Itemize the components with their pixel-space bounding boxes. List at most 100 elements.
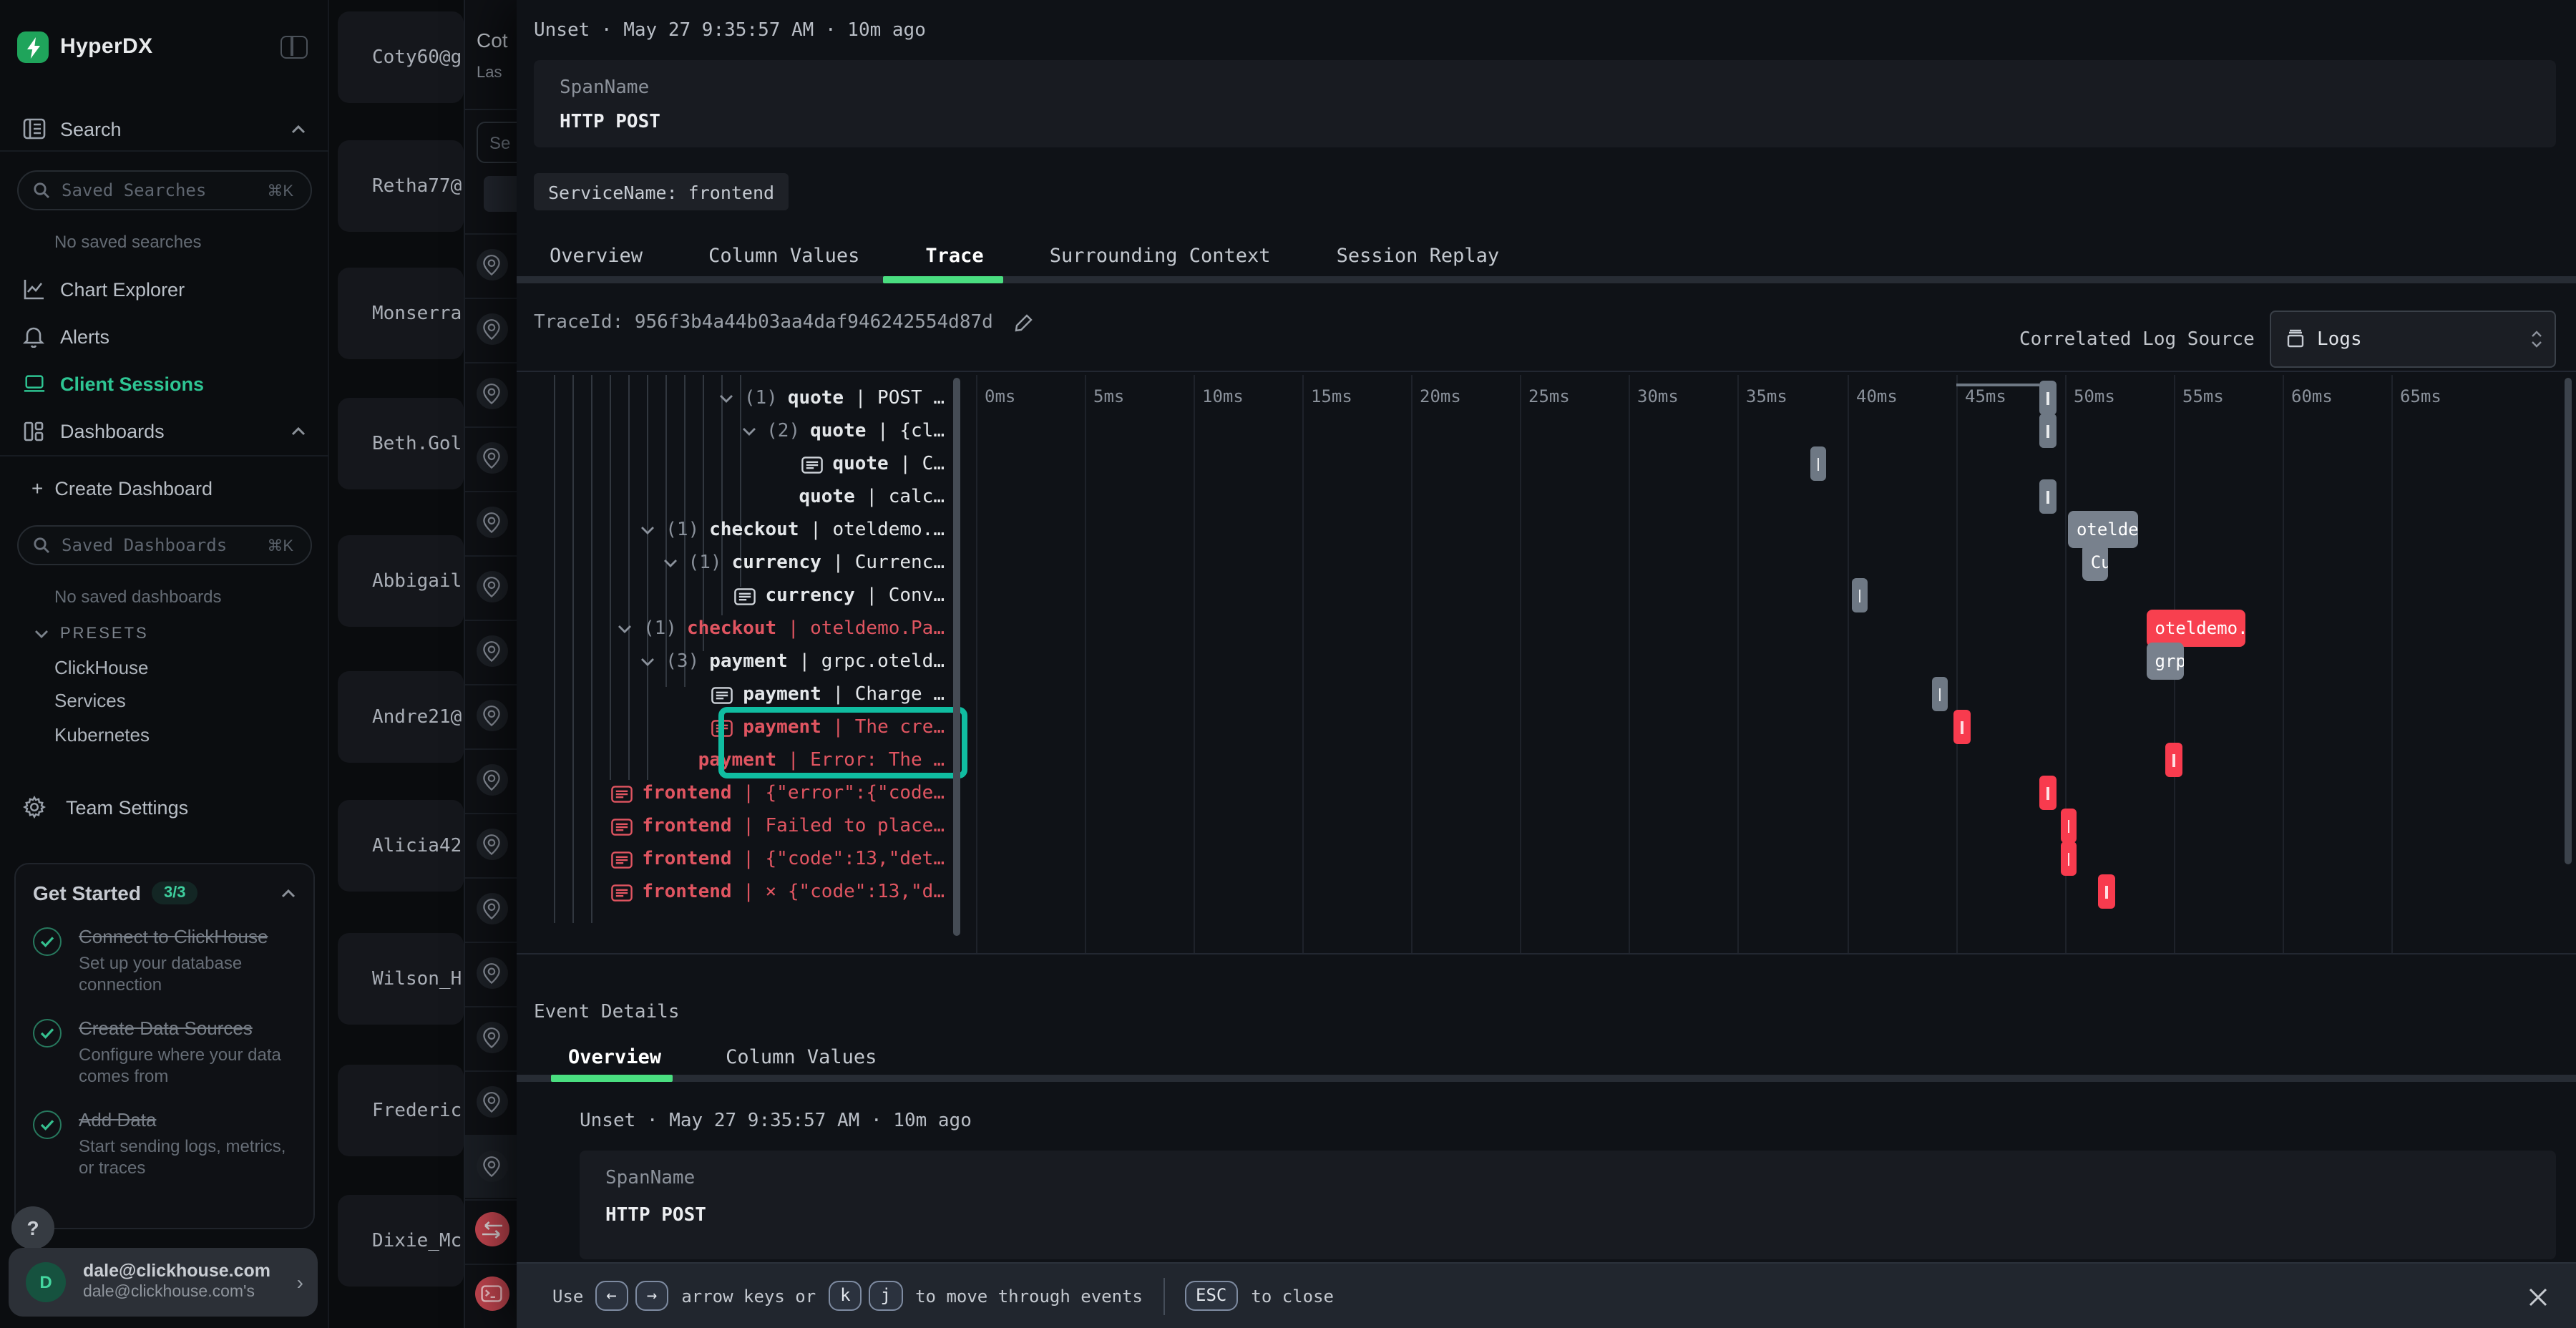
session-list-item[interactable]: Dixie_Mc [338,1195,464,1286]
chevron-down-icon[interactable] [618,624,633,634]
sidebar-item-client-sessions[interactable]: Client Sessions [0,365,329,402]
session-list-item[interactable]: Retha77@ [338,140,464,232]
trace-span-bar[interactable] [2039,414,2056,448]
preset-kubernetes[interactable]: Kubernetes [54,724,150,746]
tab-trace[interactable]: Trace [925,245,983,268]
get-started-item[interactable]: Create Data SourcesConfigure where your … [33,1016,296,1088]
trace-tree-row[interactable]: quote | calc… [799,481,945,514]
location-pin-button[interactable] [465,1070,517,1133]
trace-tree-row[interactable]: quote | C… [801,448,945,481]
session-list-item[interactable]: Frederic [338,1065,464,1156]
trace-span-bar[interactable]: grp [2147,643,2184,680]
trace-span-bar[interactable]: oteldemo. [2068,511,2139,548]
presets-toggle[interactable]: PRESETS [0,615,329,653]
peek-search-input[interactable]: Se [477,122,517,163]
user-account-card[interactable]: D dale@clickhouse.com dale@clickhouse.co… [9,1248,318,1317]
saved-searches-input[interactable]: Saved Searches ⌘K [17,170,312,210]
app-root: HyperDX Search Saved Searches ⌘K No save… [0,0,2576,1328]
chevron-down-icon[interactable] [718,394,734,404]
preset-services[interactable]: Services [54,690,126,711]
chevron-down-icon[interactable] [663,558,678,568]
location-pin-button[interactable] [465,942,517,1005]
preset-clickhouse[interactable]: ClickHouse [54,657,149,678]
session-list-item[interactable]: Wilson_H [338,933,464,1025]
sidebar-item-team-settings[interactable]: Team Settings [0,788,329,826]
trace-tree-row[interactable]: (2)quote | {cl… [741,415,945,448]
tab-column-values[interactable]: Column Values [708,245,859,268]
trace-span-bar[interactable] [1932,677,1948,711]
create-dashboard-button[interactable]: + Create Dashboard [0,469,329,507]
sidebar-item-dashboards[interactable]: Dashboards [0,412,329,449]
ed-tab-column-values[interactable]: Column Values [726,1046,877,1069]
trace-span-bar[interactable] [2039,381,2056,415]
sidebar-collapse-icon[interactable] [280,36,308,59]
trace-span-bar[interactable]: oteldemo. [2147,610,2245,647]
location-pin-button[interactable] [465,748,517,811]
trace-tree-row[interactable]: (1)quote | POST … [718,382,945,415]
chevron-down-icon[interactable] [640,525,655,535]
trace-tree-row[interactable]: (1)checkout | oteldemo.Pa… [618,612,945,645]
ed-tab-overview[interactable]: Overview [568,1046,661,1069]
trace-span-bar[interactable] [2060,809,2077,843]
location-pin-button[interactable] [465,555,517,618]
sidebar-item-alerts[interactable]: Alerts [0,318,329,355]
trace-tree-row[interactable]: (1)currency | Currenc… [663,547,945,580]
edit-pencil-icon[interactable] [1013,312,1035,333]
trace-tree-row[interactable]: (3)payment | grpc.oteld… [640,645,945,678]
tree-scrollbar[interactable] [953,378,960,936]
trace-tree-row[interactable]: currency | Conv… [734,580,945,612]
location-pin-button[interactable] [465,426,517,489]
location-pin-button[interactable] [465,684,517,747]
location-pin-button[interactable] [465,813,517,876]
session-list-item[interactable]: Andre21@ [338,671,464,763]
tab-surrounding-context[interactable]: Surrounding Context [1050,245,1271,268]
peek-button[interactable] [484,176,517,212]
location-pin-button[interactable] [465,491,517,554]
session-list-item[interactable]: Coty60@g [338,11,464,103]
location-pin-icon [476,313,507,345]
location-pin-button[interactable] [465,620,517,683]
chevron-down-icon[interactable] [741,426,756,436]
trace-tree-row[interactable]: (1)checkout | oteldemo.… [640,514,945,547]
chevron-down-icon[interactable] [640,657,655,667]
session-list-item[interactable]: Monserra [338,268,464,359]
trace-tree-row[interactable]: frontend | × {"code":13,"d… [610,876,945,909]
trace-tree-row[interactable]: frontend | {"error":{"code… [610,777,945,810]
tab-overview[interactable]: Overview [550,245,643,268]
location-pin-button[interactable] [465,1006,517,1069]
location-pin-button[interactable] [465,362,517,425]
trace-span-bar[interactable] [1953,710,1970,744]
get-started-item[interactable]: Add DataStart sending logs, metrics, or … [33,1108,296,1179]
trace-span-bar[interactable] [2039,479,2056,514]
correlated-log-source-label: Correlated Log Source [2019,329,2255,351]
sidebar-item-chart-explorer[interactable]: Chart Explorer [0,270,329,308]
session-list-item[interactable]: Beth.Gol [338,398,464,489]
trace-span-bar[interactable] [1810,446,1826,481]
session-list-item[interactable]: Alicia42 [338,800,464,892]
tab-session-replay[interactable]: Session Replay [1337,245,1500,268]
trace-span-bar[interactable]: Cu [2082,544,2109,581]
trace-span-bar[interactable] [2099,874,2115,909]
error-terminal-button[interactable] [465,1262,517,1325]
location-pin-button[interactable] [465,877,517,940]
correlated-log-source-select[interactable]: Logs [2270,311,2556,368]
service-name-tag[interactable]: ServiceName: frontend [534,173,789,210]
close-icon[interactable] [2524,1284,2550,1309]
trace-tree-row[interactable]: frontend | Failed to place… [610,810,945,843]
saved-dashboards-input[interactable]: Saved Dashboards ⌘K [17,525,312,565]
chevron-up-icon[interactable] [280,888,296,898]
sidebar-item-search[interactable]: Search [0,110,329,147]
session-list-item[interactable]: Abbigail [338,535,464,627]
trace-tree-row[interactable]: frontend | {"code":13,"det… [610,843,945,876]
trace-span-bar[interactable] [2166,743,2182,777]
location-pin-button[interactable] [465,233,517,296]
trace-span-bar[interactable] [2060,841,2077,876]
help-button[interactable]: ? [11,1206,54,1249]
location-pin-button[interactable] [465,298,517,361]
trace-span-bar[interactable] [2039,776,2056,810]
error-swap-button[interactable] [465,1198,517,1261]
get-started-item[interactable]: Connect to ClickHouseSet up your databas… [33,924,296,996]
trace-span-bar[interactable] [1851,578,1868,612]
location-pin-button[interactable] [465,1135,517,1198]
chart-scrollbar[interactable] [2565,378,2572,864]
